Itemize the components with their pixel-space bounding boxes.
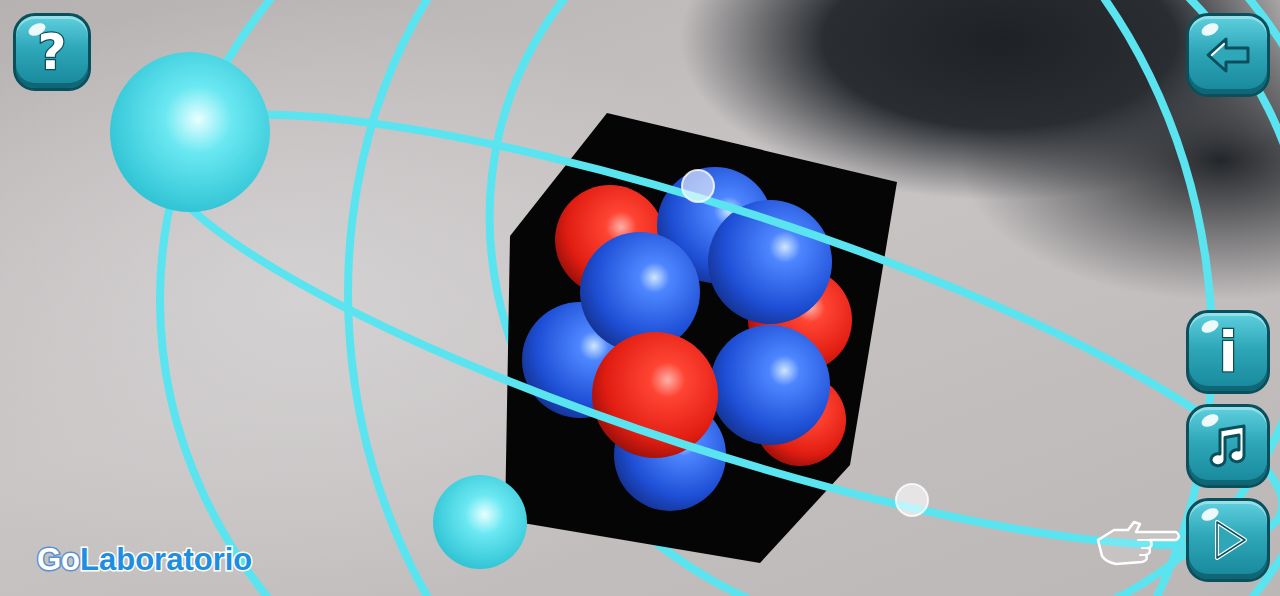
play-icon (1202, 514, 1254, 566)
ar-screen: ? GoLaboratorio i (0, 0, 1280, 596)
info-label: i (1218, 324, 1237, 380)
play-button[interactable] (1186, 498, 1270, 582)
atom-model[interactable] (0, 0, 1280, 596)
marker-dot (682, 170, 714, 202)
pointing-hand-icon (1094, 510, 1182, 570)
music-note-icon (1202, 420, 1254, 472)
right-column: i (1094, 13, 1270, 582)
orbit (346, 0, 1280, 596)
logo-name: Laboratorio (80, 541, 252, 578)
back-button[interactable] (1186, 13, 1270, 97)
orbit (122, 34, 1280, 596)
neutron (710, 325, 830, 445)
side-row (1186, 404, 1270, 488)
logo-prefix: Go (37, 541, 80, 578)
side-buttons: i (1094, 310, 1270, 582)
music-button[interactable] (1186, 404, 1270, 488)
marker-dot (896, 484, 928, 516)
nucleus-box (505, 113, 897, 563)
back-arrow-icon (1202, 29, 1254, 81)
help-button[interactable]: ? (13, 13, 91, 91)
hud: ? GoLaboratorio i (0, 0, 1280, 596)
side-row (1094, 498, 1270, 582)
electron (110, 52, 270, 212)
electron (433, 475, 527, 569)
logo: GoLaboratorio (13, 541, 252, 582)
info-button[interactable]: i (1186, 310, 1270, 394)
side-row: i (1186, 310, 1270, 394)
help-label: ? (37, 27, 66, 77)
left-column: ? GoLaboratorio (13, 13, 252, 582)
orbit (282, 0, 1278, 596)
